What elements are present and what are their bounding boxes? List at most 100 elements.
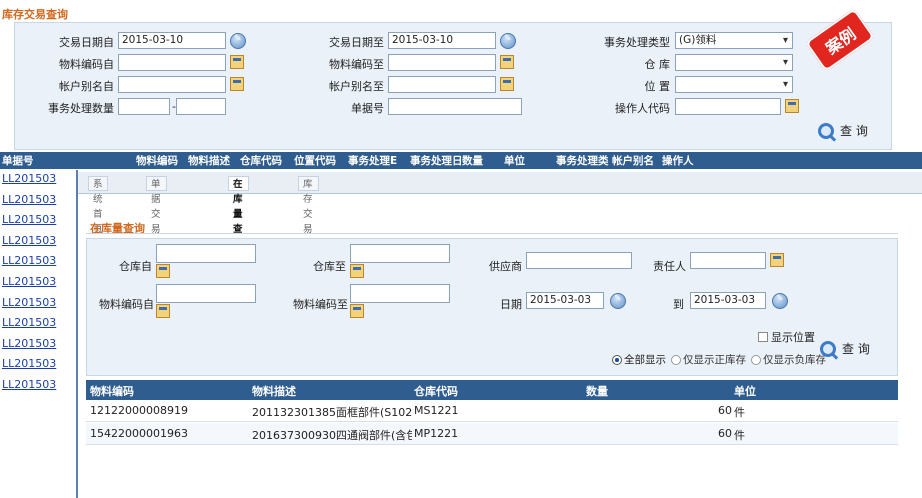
results-column-header[interactable]: 物料编码 — [90, 383, 134, 399]
doc-number-link[interactable]: LL201503 — [2, 378, 56, 391]
lookup-icon[interactable] — [156, 304, 170, 318]
warehouse-label: 仓 库 — [644, 58, 671, 71]
operator-label: 操作人代码 — [615, 102, 670, 115]
checkbox-box[interactable] — [758, 332, 768, 342]
query-button[interactable]: 查 询 — [818, 122, 868, 139]
radio-negative[interactable]: 仅显示负库存 — [751, 352, 826, 367]
doc-number-link[interactable]: LL201503 — [2, 275, 56, 288]
tab-1[interactable]: 单据交易查询× — [146, 176, 167, 279]
outer-column-header[interactable]: 物料编码 — [136, 153, 178, 168]
outer-column-header[interactable]: 事务处理类 — [556, 153, 609, 168]
doc-number-link[interactable]: LL201503 — [2, 316, 56, 329]
lookup-icon[interactable] — [500, 77, 514, 91]
date-to-input[interactable]: 2015-03-03 — [690, 292, 766, 309]
qty-from-input[interactable] — [118, 98, 170, 115]
owner-label: 责任人 — [653, 260, 686, 273]
show-location-checkbox[interactable]: 显示位置 — [758, 329, 815, 345]
acct-from-input[interactable] — [118, 76, 226, 93]
date-input[interactable]: 2015-03-03 — [526, 292, 604, 309]
calendar-icon[interactable] — [230, 33, 246, 49]
item-from-label: 物料编码自 — [59, 58, 114, 71]
wh-to-label: 仓库至 — [313, 260, 346, 273]
qty-label: 事务处理数量 — [48, 102, 114, 115]
doc-number-link[interactable]: LL201503 — [2, 213, 56, 226]
outer-column-header[interactable]: 单位 — [504, 153, 525, 168]
txn-type-select[interactable]: (G)领料 — [675, 32, 793, 49]
table-row[interactable]: 12122000008919 201132301385面框部件(S1022) SM… — [86, 400, 898, 422]
location-select[interactable] — [675, 76, 793, 93]
doc-number-link[interactable]: LL201503 — [2, 172, 56, 185]
lookup-icon[interactable] — [500, 55, 514, 69]
warehouse-select[interactable] — [675, 54, 793, 71]
doc-number-link[interactable]: LL201503 — [2, 357, 56, 370]
outer-column-header[interactable]: 仓库代码 — [240, 153, 282, 168]
lookup-icon[interactable] — [230, 77, 244, 91]
lookup-icon[interactable] — [350, 264, 364, 278]
radio-positive[interactable]: 仅显示正库存 — [671, 352, 746, 367]
table-cell: 201132301385面框部件(S1022) S — [252, 406, 412, 419]
date-to-input[interactable]: 2015-03-10 — [388, 32, 496, 49]
tab-3[interactable]: 库存交易查询× — [298, 176, 319, 279]
doc-number-link[interactable]: LL201503 — [2, 193, 56, 206]
results-column-header[interactable]: 仓库代码 — [414, 383, 458, 399]
doc-number-link[interactable]: LL201503 — [2, 296, 56, 309]
inner-item-to-label: 物料编码至 — [293, 298, 348, 311]
table-cell: 件 — [734, 429, 745, 442]
tab-strip — [78, 172, 922, 194]
item-to-input[interactable] — [388, 54, 496, 71]
calendar-icon[interactable] — [772, 293, 788, 309]
results-header: 物料编码 物料描述 仓库代码 数量 单位 — [86, 380, 898, 400]
inner-item-from-label: 物料编码自 — [99, 298, 154, 311]
lookup-icon[interactable] — [785, 99, 799, 113]
lookup-icon[interactable] — [770, 253, 784, 267]
display-radio-group: 全部显示 仅显示正库存 仅显示负库存 — [612, 352, 826, 367]
outer-column-header[interactable]: 事务处理日 — [410, 153, 463, 168]
outer-column-header[interactable]: 事务处理E — [348, 153, 397, 168]
qty-to-input[interactable] — [176, 98, 226, 115]
owner-input[interactable] — [690, 252, 766, 269]
calendar-icon[interactable] — [500, 33, 516, 49]
acct-to-label: 帐户别名至 — [329, 80, 384, 93]
lookup-icon[interactable] — [230, 55, 244, 69]
date-from-input[interactable]: 2015-03-10 — [118, 32, 226, 49]
outer-column-header[interactable]: 物料描述 — [188, 153, 230, 168]
location-label: 位 置 — [644, 80, 671, 93]
inner-query-button[interactable]: 查 询 — [820, 340, 870, 357]
operator-input[interactable] — [675, 98, 781, 115]
wh-from-input[interactable] — [156, 244, 256, 263]
radio-all[interactable]: 全部显示 — [612, 352, 666, 367]
tab-0[interactable]: 系统首页 — [88, 176, 108, 235]
outer-column-header[interactable]: 操作人 — [662, 153, 694, 168]
search-icon — [818, 122, 834, 139]
inner-item-from-input[interactable] — [156, 284, 256, 303]
tab-2[interactable]: 在库量查询× — [228, 176, 249, 264]
table-cell: MS1221 — [414, 404, 459, 417]
doc-number-link[interactable]: LL201503 — [2, 254, 56, 267]
results-column-header[interactable]: 数量 — [586, 383, 608, 399]
supplier-label: 供应商 — [489, 260, 522, 273]
doc-number-link[interactable]: LL201503 — [2, 337, 56, 350]
txn-type-label: 事务处理类型 — [604, 36, 670, 49]
table-cell: 60 — [718, 427, 732, 440]
acct-to-input[interactable] — [388, 76, 496, 93]
outer-column-header[interactable]: 单据号 — [2, 153, 34, 168]
date-to-label: 到 — [673, 298, 684, 311]
calendar-icon[interactable] — [610, 293, 626, 309]
outer-column-header[interactable]: 数量 — [462, 153, 483, 168]
outer-column-header[interactable]: 位置代码 — [294, 153, 336, 168]
results-column-header[interactable]: 单位 — [734, 383, 756, 399]
doc-no-label: 单据号 — [351, 102, 384, 115]
results-column-header[interactable]: 物料描述 — [252, 383, 296, 399]
wh-to-input[interactable] — [350, 244, 450, 263]
table-row[interactable]: 15422000001963 201637300930四通阀部件(含包压阀MP12… — [86, 423, 898, 445]
inner-item-to-input[interactable] — [350, 284, 450, 303]
outer-column-header[interactable]: 帐户别名 — [612, 153, 654, 168]
lookup-icon[interactable] — [350, 304, 364, 318]
lookup-icon[interactable] — [156, 264, 170, 278]
table-cell: MP1221 — [414, 427, 459, 440]
doc-no-input[interactable] — [388, 98, 522, 115]
acct-from-label: 帐户别名自 — [59, 80, 114, 93]
doc-number-link[interactable]: LL201503 — [2, 234, 56, 247]
item-from-input[interactable] — [118, 54, 226, 71]
supplier-input[interactable] — [526, 252, 632, 269]
